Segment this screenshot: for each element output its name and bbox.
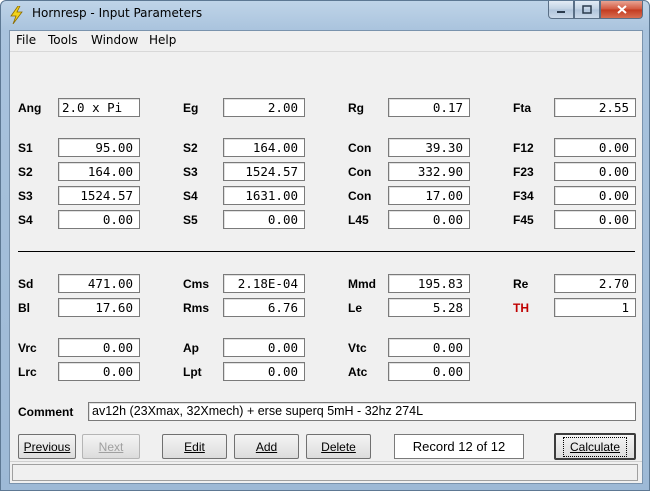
param-field[interactable]: 1631.00 xyxy=(223,186,305,205)
param-label: Eg xyxy=(183,101,199,115)
param-label: Rg xyxy=(348,101,364,115)
param-label: Ang xyxy=(18,101,42,115)
param-field[interactable]: 332.90 xyxy=(388,162,470,181)
param-field[interactable]: 0.00 xyxy=(388,338,470,357)
edit-button[interactable]: Edit xyxy=(162,434,227,459)
minimize-button[interactable] xyxy=(548,1,574,19)
param-label: Sd xyxy=(18,277,34,291)
calculate-label: Calculate xyxy=(562,436,628,457)
param-field[interactable]: 0.00 xyxy=(223,210,305,229)
param-field[interactable]: 6.76 xyxy=(223,298,305,317)
close-icon xyxy=(616,5,627,14)
param-label: Mmd xyxy=(348,277,376,291)
param-label: S4 xyxy=(183,189,198,203)
param-label: Vtc xyxy=(348,341,367,355)
minimize-icon xyxy=(557,10,565,13)
param-field[interactable]: 0.00 xyxy=(58,362,140,381)
param-label: Fta xyxy=(513,101,531,115)
param-label: Le xyxy=(348,301,363,315)
section-divider xyxy=(18,251,635,252)
param-label: F12 xyxy=(513,141,534,155)
param-field[interactable]: 0.00 xyxy=(388,362,470,381)
param-field[interactable]: 2.18E-04 xyxy=(223,274,305,293)
comment-label: Comment xyxy=(18,405,74,419)
param-label: F23 xyxy=(513,165,534,179)
param-field[interactable]: 2.55 xyxy=(554,98,636,117)
param-field[interactable]: 471.00 xyxy=(58,274,140,293)
status-pane xyxy=(12,464,638,481)
param-label: F34 xyxy=(513,189,534,203)
param-field[interactable]: 2.0 x Pi xyxy=(58,98,140,117)
param-field[interactable]: 39.30 xyxy=(388,138,470,157)
param-field[interactable]: 0.00 xyxy=(223,362,305,381)
param-label: S5 xyxy=(183,213,198,227)
param-field[interactable]: 0.00 xyxy=(554,138,636,157)
param-field[interactable]: 2.70 xyxy=(554,274,636,293)
param-field[interactable]: 0.00 xyxy=(58,338,140,357)
param-label: Atc xyxy=(348,365,368,379)
param-label: Bl xyxy=(18,301,30,315)
menu-tools[interactable]: Tools xyxy=(48,33,78,47)
param-field[interactable]: 164.00 xyxy=(223,138,305,157)
param-field[interactable]: 95.00 xyxy=(58,138,140,157)
previous-button[interactable]: Previous xyxy=(18,434,76,459)
param-field[interactable]: 17.00 xyxy=(388,186,470,205)
menu-file[interactable]: File xyxy=(16,33,36,47)
param-field[interactable]: 5.28 xyxy=(388,298,470,317)
param-label: Con xyxy=(348,165,372,179)
param-label: S1 xyxy=(18,141,33,155)
menu-window[interactable]: Window xyxy=(91,33,138,47)
param-label: Vrc xyxy=(18,341,37,355)
param-label: TH xyxy=(513,301,529,315)
param-label: Con xyxy=(348,141,372,155)
param-field[interactable]: 0.00 xyxy=(554,210,636,229)
lightning-bolt-icon xyxy=(10,6,23,24)
client-area: File Tools Window Help Ang 2.0 x Pi Eg 2… xyxy=(9,30,643,484)
maximize-icon xyxy=(582,5,592,14)
param-field[interactable]: 0.17 xyxy=(388,98,470,117)
param-field[interactable]: 164.00 xyxy=(58,162,140,181)
param-field[interactable]: 1524.57 xyxy=(223,162,305,181)
param-label: Rms xyxy=(183,301,210,315)
param-label: L45 xyxy=(348,213,369,227)
status-bar xyxy=(10,461,642,483)
param-field[interactable]: 195.83 xyxy=(388,274,470,293)
param-label: S4 xyxy=(18,213,33,227)
param-label: F45 xyxy=(513,213,534,227)
close-button[interactable] xyxy=(600,1,643,19)
param-field[interactable]: 17.60 xyxy=(58,298,140,317)
param-label: Lrc xyxy=(18,365,37,379)
param-label: S2 xyxy=(183,141,198,155)
param-field[interactable]: 0.00 xyxy=(554,186,636,205)
calculate-button[interactable]: Calculate xyxy=(554,433,636,460)
param-field[interactable]: 1524.57 xyxy=(58,186,140,205)
caption-buttons xyxy=(548,1,643,19)
param-label: Lpt xyxy=(183,365,202,379)
param-label: Cms xyxy=(183,277,210,291)
param-field[interactable]: 2.00 xyxy=(223,98,305,117)
delete-button[interactable]: Delete xyxy=(306,434,371,459)
next-button[interactable]: Next xyxy=(82,434,140,459)
param-label: Con xyxy=(348,189,372,203)
param-field[interactable]: 0.00 xyxy=(388,210,470,229)
param-label: Ap xyxy=(183,341,199,355)
param-field[interactable]: 0.00 xyxy=(58,210,140,229)
param-field[interactable]: 0.00 xyxy=(223,338,305,357)
title-bar[interactable]: Hornresp - Input Parameters xyxy=(1,1,649,29)
param-field[interactable]: 1 xyxy=(554,298,636,317)
record-indicator: Record 12 of 12 xyxy=(394,434,524,459)
menu-bar: File Tools Window Help xyxy=(10,31,642,50)
app-window: Hornresp - Input Parameters File Tools W… xyxy=(0,0,650,491)
menu-help[interactable]: Help xyxy=(149,33,176,47)
param-label: Re xyxy=(513,277,529,291)
param-field[interactable]: 0.00 xyxy=(554,162,636,181)
add-button[interactable]: Add xyxy=(234,434,299,459)
comment-field[interactable]: av12h (23Xmax, 32Xmech) + erse superq 5m… xyxy=(88,402,636,421)
window-title: Hornresp - Input Parameters xyxy=(32,6,203,20)
param-label: S2 xyxy=(18,165,33,179)
parameter-panel: Ang 2.0 x Pi Eg 2.00 Rg 0.17 Fta 2.55 S1… xyxy=(10,51,642,460)
param-label: S3 xyxy=(183,165,198,179)
param-label: S3 xyxy=(18,189,33,203)
maximize-button[interactable] xyxy=(574,1,600,19)
